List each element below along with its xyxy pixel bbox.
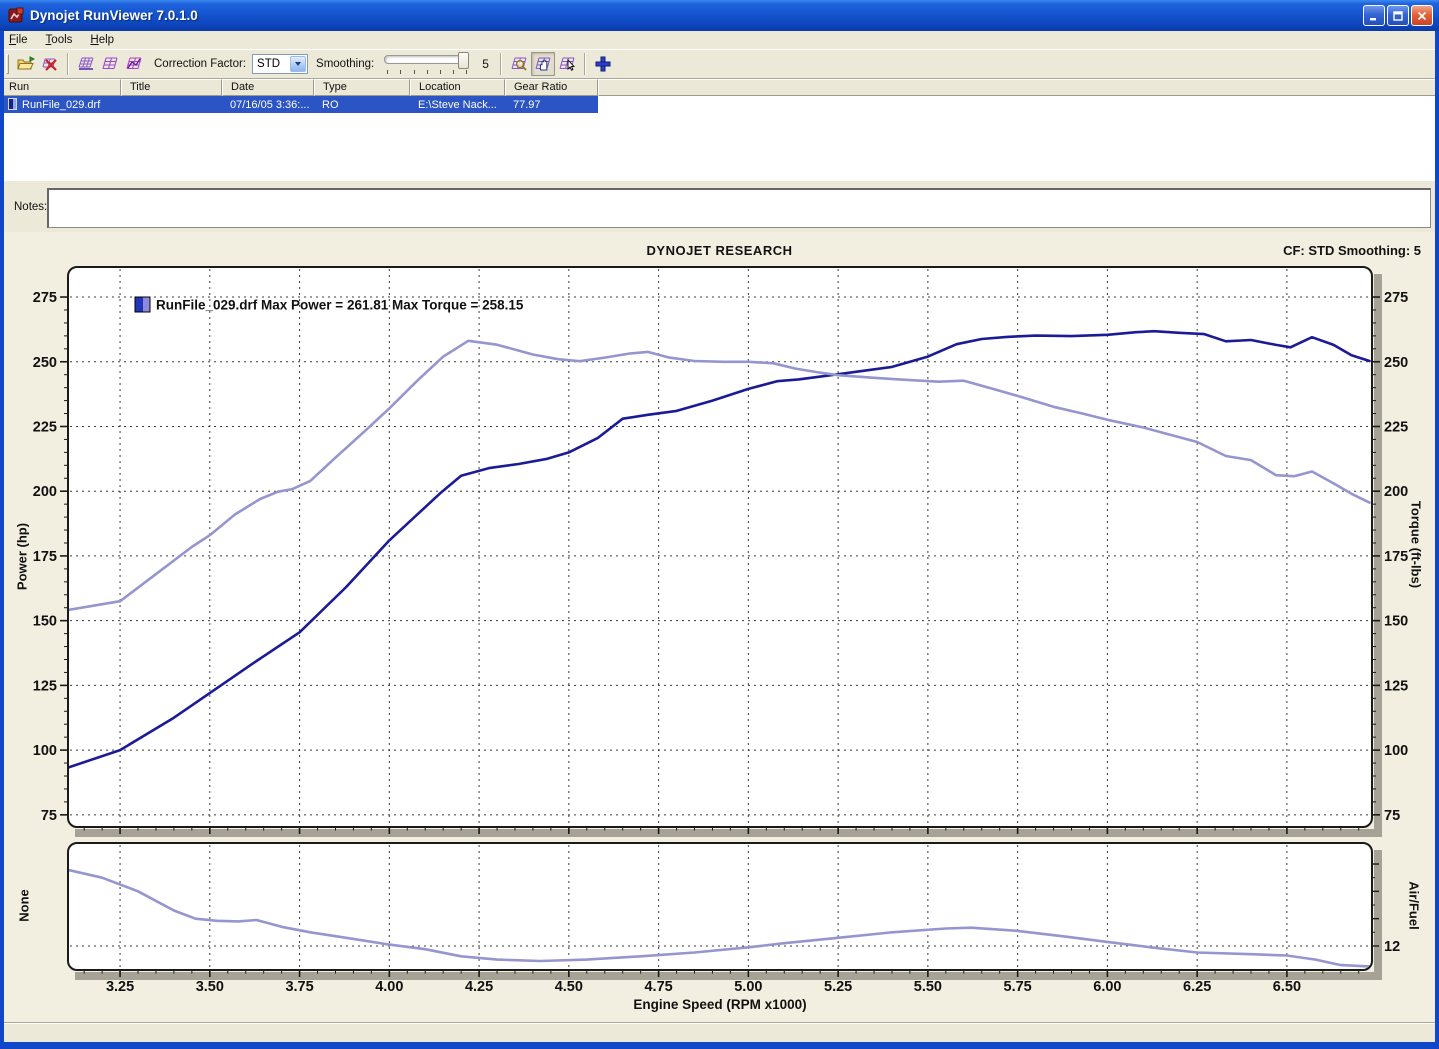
- toolbar-separator: [500, 53, 502, 75]
- chevron-down-icon[interactable]: [290, 56, 306, 72]
- title-bar[interactable]: Dynojet RunViewer 7.0.1.0: [0, 0, 1439, 31]
- column-header-type[interactable]: Type: [314, 79, 410, 96]
- zoom-graph-button[interactable]: [507, 52, 531, 76]
- open-run-button[interactable]: [14, 52, 38, 76]
- column-header-run[interactable]: Run: [0, 79, 121, 96]
- smoothing-slider[interactable]: [384, 52, 472, 76]
- correction-factor-label: Correction Factor:: [154, 58, 246, 70]
- run-file-icon: [8, 98, 17, 110]
- menu-help[interactable]: Help: [90, 34, 114, 46]
- slider-track[interactable]: [384, 55, 468, 64]
- run-list-header: Run Title Date Type Location Gear Ratio: [0, 79, 1439, 96]
- maximize-button[interactable]: [1387, 5, 1409, 26]
- minimize-icon: [1368, 10, 1380, 22]
- maximize-icon: [1392, 10, 1404, 22]
- slider-ticks: [387, 70, 467, 74]
- chart-settings-readout: CF: STD Smoothing: 5: [1283, 243, 1421, 258]
- toolbar: Correction Factor: STD Smoothing: 5: [0, 49, 1439, 79]
- crosshair-icon: [594, 56, 612, 72]
- notes-label: Notes:: [14, 201, 47, 213]
- run-row-selected[interactable]: RunFile_029.drf 07/16/05 3:36:... RO E:\…: [0, 96, 598, 113]
- chart-brand: DYNOJET RESEARCH: [4, 243, 1435, 258]
- slider-thumb[interactable]: [458, 52, 469, 69]
- app-icon: [8, 7, 25, 24]
- graph-view-3-icon: [125, 56, 143, 72]
- airfuel-axis-label: Air/Fuel: [1407, 866, 1422, 946]
- close-icon: [1416, 10, 1428, 22]
- close-button[interactable]: [1411, 5, 1433, 26]
- crosshair-button[interactable]: [591, 52, 615, 76]
- smoothing-value: 5: [482, 57, 489, 71]
- graph-view-1-icon: [77, 56, 95, 72]
- window-border-bottom: [0, 1042, 1439, 1049]
- column-header-gear-ratio[interactable]: Gear Ratio: [505, 79, 598, 96]
- smoothing-label: Smoothing:: [316, 58, 374, 70]
- column-header-filler: [598, 79, 1439, 96]
- run-list: Run Title Date Type Location Gear Ratio …: [0, 79, 1439, 181]
- column-header-date[interactable]: Date: [222, 79, 314, 96]
- chart-panel: DYNOJET RESEARCH CF: STD Smoothing: 5: [4, 232, 1435, 1022]
- open-run-icon: [17, 56, 35, 72]
- torque-axis-label: Torque (ft-lbs): [1409, 475, 1424, 615]
- graph-view-2-button[interactable]: [98, 52, 122, 76]
- window-border-left: [0, 28, 4, 1049]
- cell-type: RO: [314, 99, 410, 111]
- column-header-location[interactable]: Location: [410, 79, 505, 96]
- zoom-graph-icon: [510, 56, 528, 72]
- notes-section: Notes:: [0, 181, 1439, 232]
- graph-view-2-icon: [101, 56, 119, 72]
- none-axis-label: None: [17, 866, 32, 946]
- menu-bar: File Tools Help: [0, 31, 1439, 49]
- cell-run: RunFile_029.drf: [0, 98, 121, 111]
- cell-date: 07/16/05 3:36:...: [222, 99, 314, 111]
- select-graph-icon: [558, 56, 576, 72]
- pan-graph-button[interactable]: [531, 52, 555, 76]
- toolbar-separator: [584, 53, 586, 75]
- correction-factor-value: STD: [253, 58, 290, 70]
- pan-graph-icon: [534, 56, 552, 72]
- correction-factor-select[interactable]: STD: [252, 54, 308, 74]
- menu-file[interactable]: File: [9, 34, 28, 46]
- window-border-right: [1435, 28, 1439, 1049]
- app-window: Dynojet RunViewer 7.0.1.0 File Tools Hel…: [0, 0, 1439, 1049]
- notes-input[interactable]: [47, 188, 1431, 228]
- select-graph-button[interactable]: [555, 52, 579, 76]
- column-header-title[interactable]: Title: [121, 79, 222, 96]
- menu-tools[interactable]: Tools: [46, 34, 73, 46]
- power-axis-label: Power (hp): [15, 497, 30, 617]
- graph-view-1-button[interactable]: [74, 52, 98, 76]
- toolbar-grip[interactable]: [6, 54, 9, 74]
- close-run-button[interactable]: [38, 52, 62, 76]
- minimize-button[interactable]: [1363, 5, 1385, 26]
- status-bar: [0, 1022, 1439, 1043]
- close-run-icon: [41, 56, 59, 72]
- window-title: Dynojet RunViewer 7.0.1.0: [30, 8, 1363, 23]
- cell-location: E:\Steve Nack...: [410, 99, 505, 111]
- window-controls: [1363, 5, 1433, 26]
- cell-gear-ratio: 77.97: [505, 99, 598, 111]
- toolbar-separator: [67, 53, 69, 75]
- graph-view-3-button[interactable]: [122, 52, 146, 76]
